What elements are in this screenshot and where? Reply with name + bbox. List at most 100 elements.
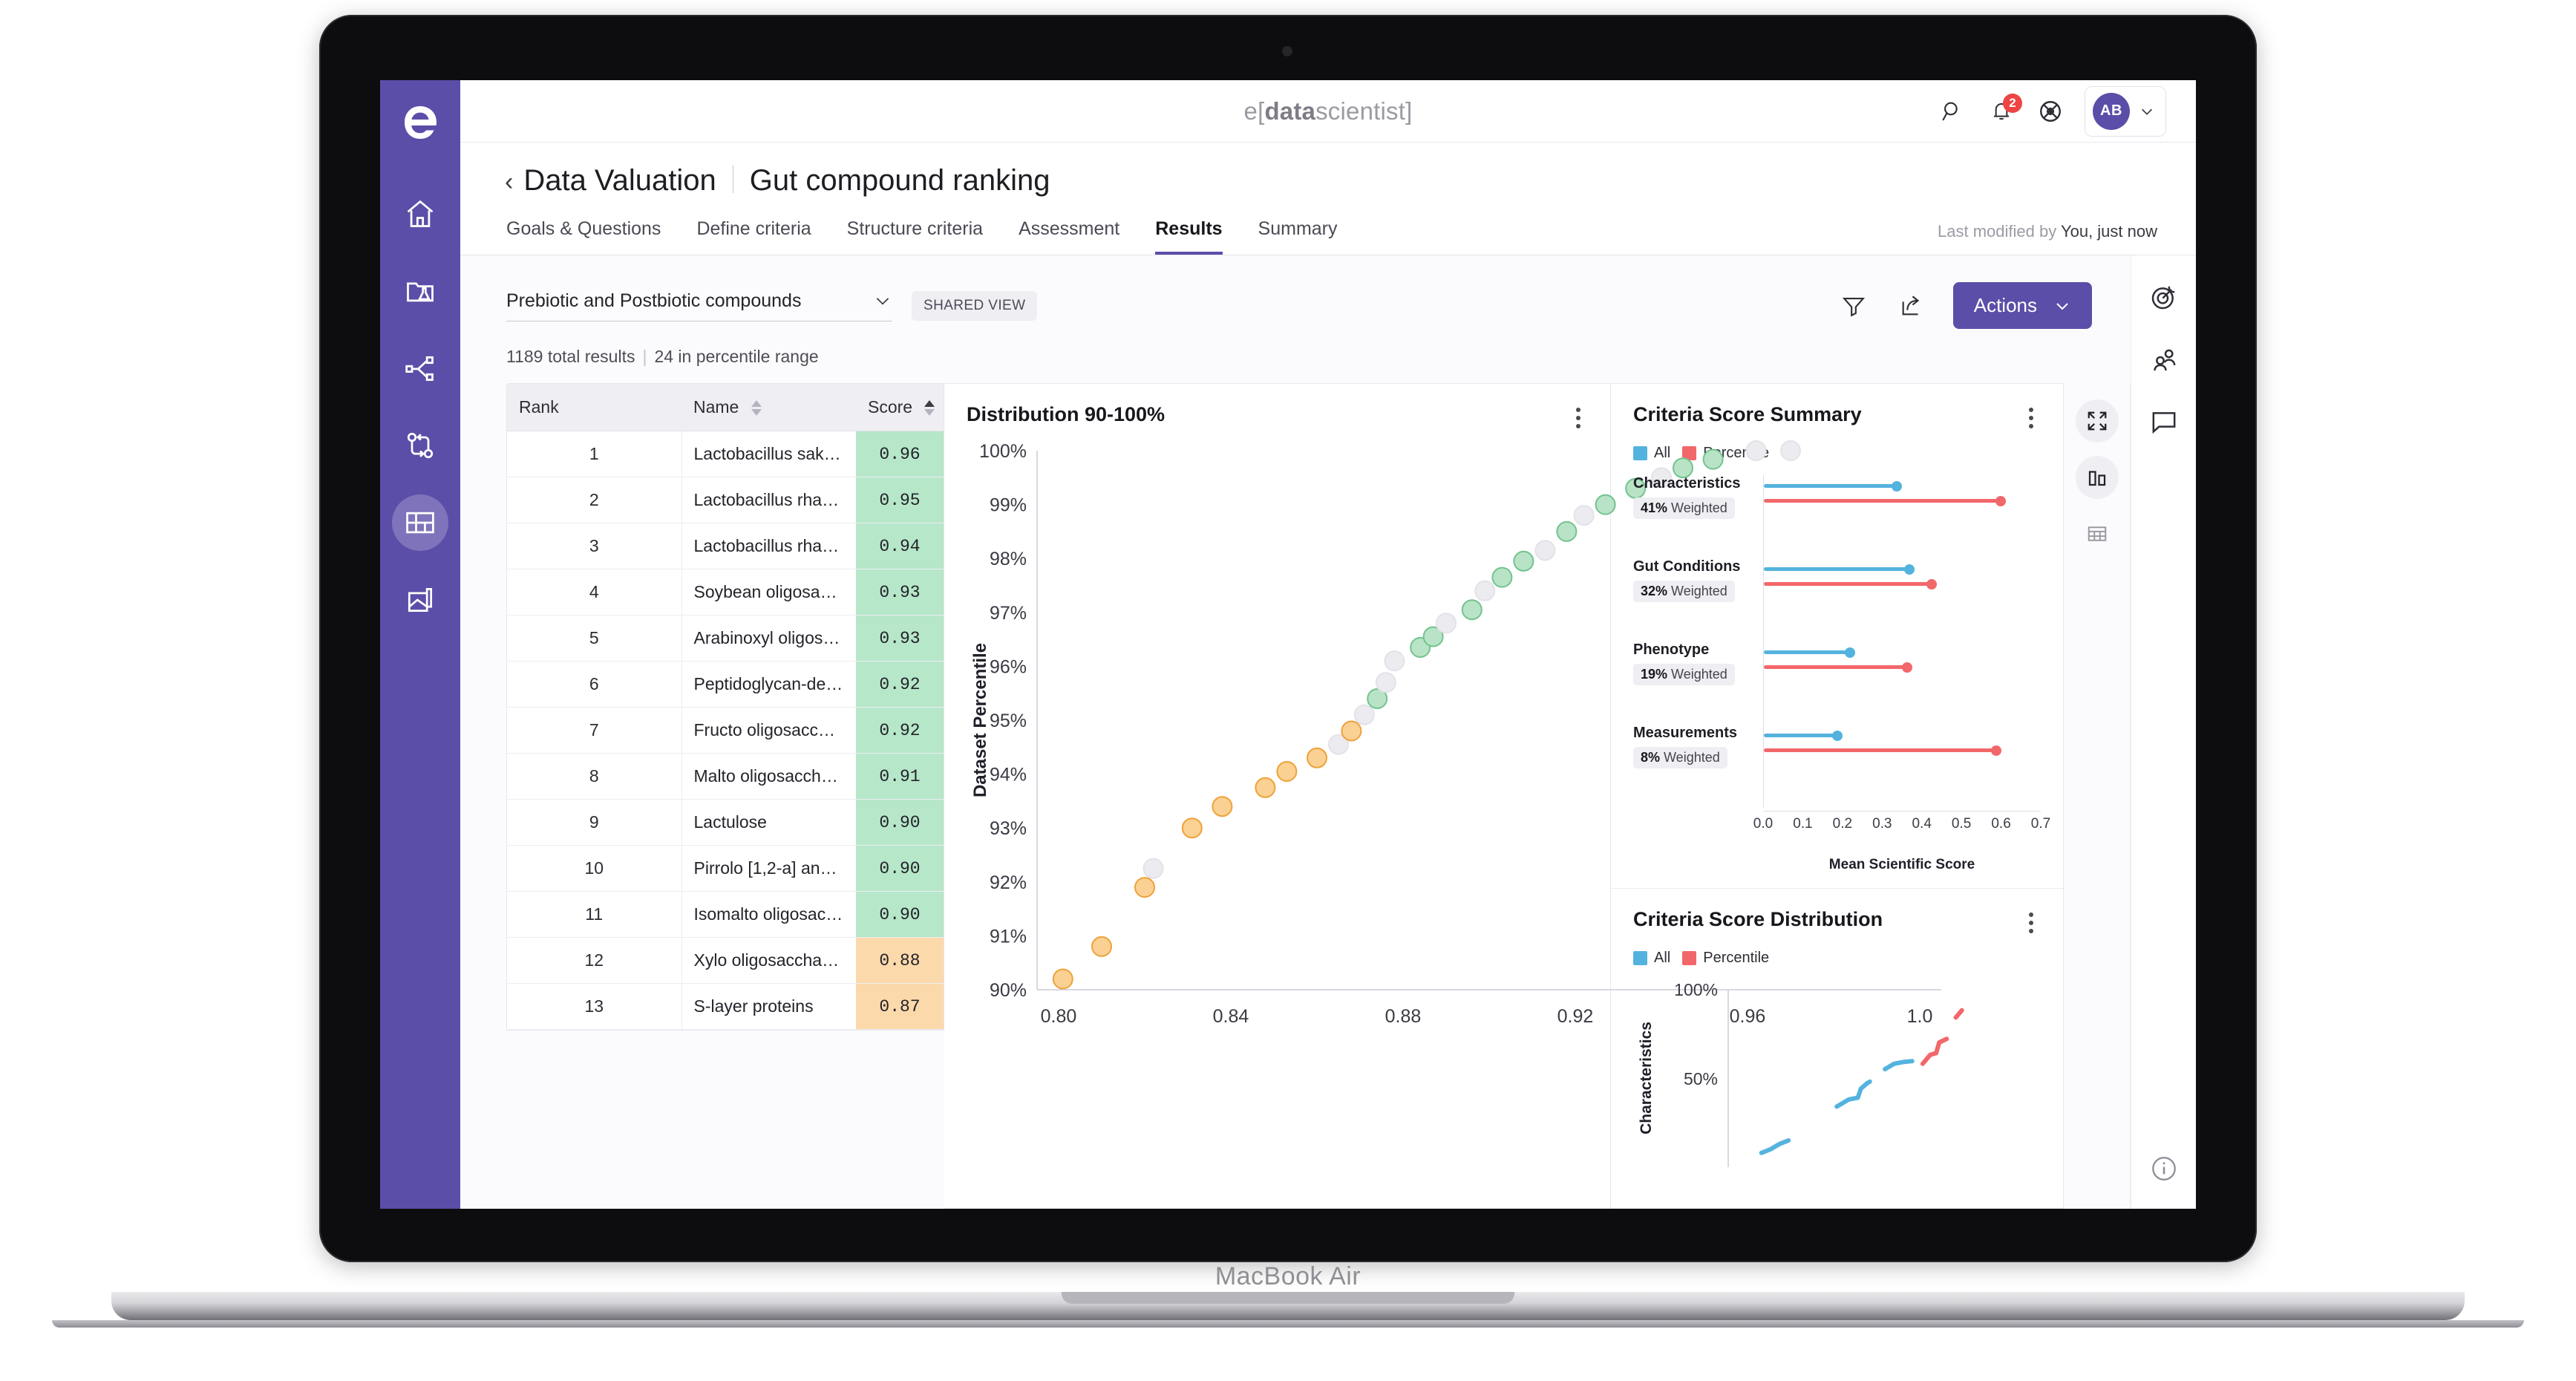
view-select[interactable]: Prebiotic and Postbiotic compounds bbox=[506, 290, 892, 321]
table-row[interactable]: 2Lactobacillus rhamnosus S930.95 bbox=[507, 477, 944, 523]
table-row[interactable]: 13 S-layer proteins 0.87 bbox=[507, 983, 944, 1030]
breadcrumb-parent[interactable]: Data Valuation bbox=[523, 164, 716, 197]
target-icon[interactable] bbox=[2145, 278, 2183, 316]
criteria-weight: 19% Weighted bbox=[1633, 664, 1735, 685]
lollipop-bars bbox=[1763, 725, 2041, 808]
top-bar-actions: 2 AB bbox=[1938, 85, 2196, 137]
table-row[interactable]: 1Lactobacillus sakei NRRL B-19…0.96 bbox=[507, 431, 944, 477]
bar-chart-icon[interactable] bbox=[2075, 456, 2119, 499]
cell-rank: 9 bbox=[507, 799, 682, 846]
cell-rank: 7 bbox=[507, 707, 682, 754]
cell-name: Peptidoglycan-derived bbox=[681, 661, 856, 708]
tab-results[interactable]: Results bbox=[1155, 218, 1223, 255]
lollipop-knob bbox=[1926, 579, 1938, 590]
primary-sidebar bbox=[380, 80, 460, 1209]
sort-icon-score[interactable] bbox=[924, 400, 935, 417]
svg-text:100%: 100% bbox=[1674, 982, 1718, 999]
sort-icon-name[interactable] bbox=[751, 400, 762, 417]
lifebuoy-icon[interactable] bbox=[2036, 97, 2065, 126]
more-options-icon[interactable] bbox=[1569, 403, 1588, 433]
svg-text:0.84: 0.84 bbox=[1213, 1006, 1249, 1027]
tab-goals-questions[interactable]: Goals & Questions bbox=[506, 218, 661, 255]
x-axis-tick: 0.4 bbox=[1912, 816, 1932, 832]
column-header-rank[interactable]: Rank bbox=[507, 384, 681, 431]
tab-define-criteria[interactable]: Define criteria bbox=[696, 218, 811, 255]
column-header-name[interactable]: Name bbox=[681, 384, 856, 431]
lollipop-bar-all bbox=[1764, 731, 1843, 741]
search-icon[interactable] bbox=[1938, 97, 1967, 126]
brand-prefix: e[ bbox=[1243, 97, 1265, 125]
more-options-icon[interactable] bbox=[2021, 908, 2041, 938]
lollipop-bar-percentile bbox=[1764, 662, 1912, 673]
tab-structure-criteria[interactable]: Structure criteria bbox=[847, 218, 983, 255]
info-icon[interactable] bbox=[2150, 1155, 2178, 1186]
cell-score: 0.90 bbox=[856, 891, 944, 938]
lollipop-bar-percentile bbox=[1764, 496, 2006, 506]
svg-text:92%: 92% bbox=[990, 872, 1027, 893]
table-row[interactable]: 10Pirrolo [1,2-a] and pyrazine-1…0.90 bbox=[507, 845, 944, 892]
e-logo[interactable] bbox=[397, 99, 443, 146]
sidebar-item-network[interactable] bbox=[392, 340, 448, 396]
chevron-down-icon bbox=[2056, 302, 2068, 310]
cell-score: 0.92 bbox=[856, 661, 944, 708]
table-row[interactable]: 6 Peptidoglycan-derived 0.92 bbox=[507, 661, 944, 708]
table-view-icon[interactable] bbox=[2076, 512, 2119, 555]
lollipop-label: Gut Conditions 32% Weighted bbox=[1633, 558, 1763, 602]
tab-assessment[interactable]: Assessment bbox=[1019, 218, 1119, 255]
summary-card-header: Criteria Score Summary bbox=[1633, 403, 2041, 433]
collapse-icon[interactable] bbox=[2075, 399, 2119, 443]
lollipop-knob bbox=[1995, 496, 2006, 506]
x-axis-tick: 0.7 bbox=[2030, 816, 2051, 832]
x-axis-tick: 0.5 bbox=[1951, 816, 1972, 832]
table-row[interactable]: 4Soybean oligosaccharides0.93 bbox=[507, 569, 944, 616]
distribution-chart-title: Distribution 90-100% bbox=[967, 403, 1166, 425]
table-row[interactable]: 11Isomalto oligosaccharides0.90 bbox=[507, 891, 944, 938]
table-row[interactable]: 9 Lactulose 0.90 bbox=[507, 799, 944, 846]
lollipop-bar-all bbox=[1764, 481, 1902, 492]
table-row[interactable]: 8 Malto oligosaccharides 0.91 bbox=[507, 753, 944, 800]
comment-icon[interactable] bbox=[2145, 402, 2183, 441]
svg-text:100%: 100% bbox=[979, 441, 1027, 462]
panel-tool-strip bbox=[2064, 383, 2131, 1209]
funnel-icon[interactable] bbox=[1837, 290, 1870, 322]
table-row[interactable]: 12 Xylo oligosaccharides 0.88 bbox=[507, 937, 944, 984]
lollipop-bar-all bbox=[1764, 564, 1915, 575]
sidebar-item-dashboards[interactable] bbox=[392, 494, 448, 551]
svg-text:0.92: 0.92 bbox=[1557, 1006, 1594, 1027]
cell-name: Lactulose bbox=[681, 799, 856, 846]
column-header-score[interactable]: Score bbox=[856, 384, 944, 431]
cell-rank: 12 bbox=[507, 937, 682, 984]
cell-score: 0.87 bbox=[856, 983, 944, 1030]
avatar: AB bbox=[2093, 92, 2130, 130]
brand-suffix: ] bbox=[1405, 97, 1413, 125]
more-options-icon[interactable] bbox=[2021, 403, 2041, 433]
actions-button[interactable]: Actions bbox=[1952, 282, 2092, 329]
x-axis-tick: 0.0 bbox=[1753, 816, 1774, 832]
criteria-weight: 8% Weighted bbox=[1633, 747, 1727, 768]
table-row[interactable]: 3Lactobacillus rhamnosus0.94 bbox=[507, 523, 944, 569]
lollipop-row: Characteristics 41% Weighted bbox=[1633, 475, 2041, 558]
cell-rank: 10 bbox=[507, 845, 682, 892]
table-row[interactable]: 5Arabinoxyl oligosaccharides0.93 bbox=[507, 615, 944, 662]
cell-name: S-layer proteins bbox=[681, 983, 856, 1030]
percentile-range-count: 24 in percentile range bbox=[654, 347, 819, 366]
laptop-screen: e[datascientist] 2 AB ‹ Data Valuation G… bbox=[380, 80, 2196, 1209]
share-arrow-icon[interactable] bbox=[1895, 290, 1928, 322]
sidebar-item-home[interactable] bbox=[392, 186, 448, 242]
application-window: e[datascientist] 2 AB ‹ Data Valuation G… bbox=[380, 80, 2196, 1209]
svg-text:90%: 90% bbox=[990, 980, 1027, 1001]
people-icon[interactable] bbox=[2145, 340, 2183, 379]
lollipop-bars bbox=[1763, 475, 2041, 558]
bell-icon[interactable]: 2 bbox=[1987, 93, 2022, 126]
user-menu[interactable]: AB bbox=[2085, 85, 2166, 137]
distribution-scatter-plot: 90% 91% 92% 93% 94% 95% 96% 97% 98% 99% 100% 0.80 0.… bbox=[967, 440, 1941, 1195]
sidebar-item-archive[interactable] bbox=[392, 572, 448, 628]
table-row[interactable]: 7Fructo oligosaccharides0.92 bbox=[507, 707, 944, 754]
sidebar-item-workflow[interactable] bbox=[392, 417, 448, 474]
svg-text:99%: 99% bbox=[990, 495, 1027, 516]
lollipop-knob bbox=[1831, 731, 1843, 741]
lollipop-bars bbox=[1763, 558, 2041, 641]
back-chevron-icon[interactable]: ‹ bbox=[505, 168, 513, 197]
sidebar-item-projects[interactable] bbox=[392, 263, 448, 319]
tab-summary[interactable]: Summary bbox=[1258, 218, 1338, 255]
